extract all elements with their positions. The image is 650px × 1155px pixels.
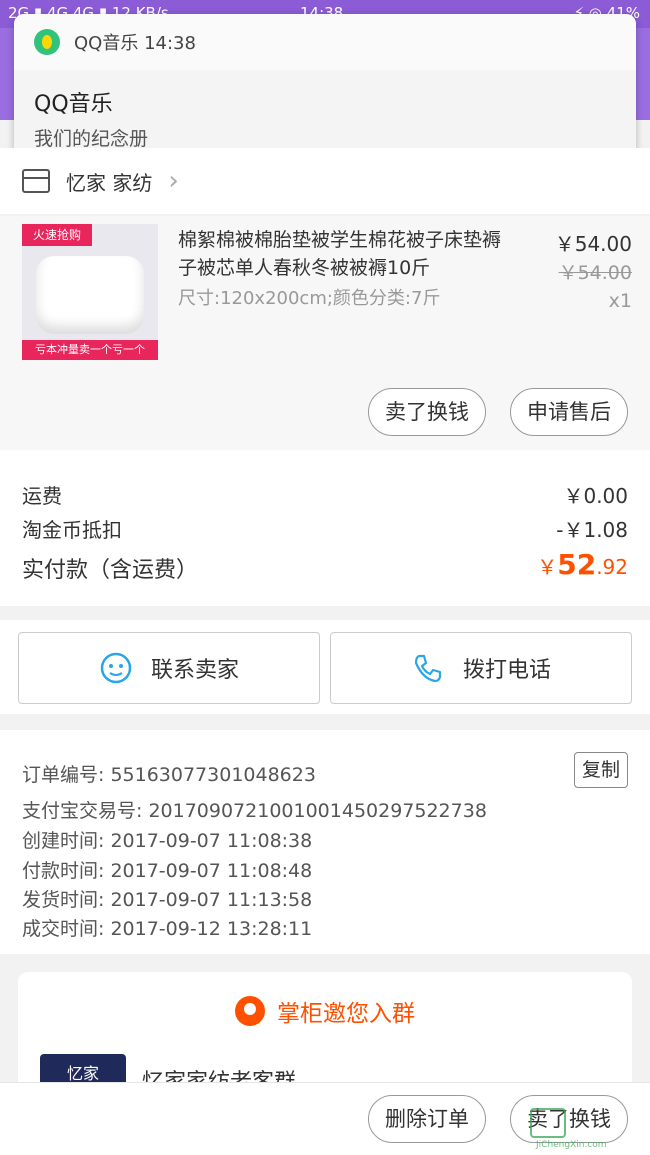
- shipping-value: ￥0.00: [563, 484, 628, 508]
- notification-title: QQ音乐: [34, 92, 113, 117]
- order-info: 订单编号: 55163077301048623 复制 支付宝交易号: 20170…: [0, 730, 650, 954]
- watermark-text: JiChengXin.com: [536, 1140, 607, 1150]
- total-row: 实付款（含运费） ￥52.92: [22, 548, 628, 584]
- store-icon: [22, 169, 50, 193]
- group-invite-title: 掌柜邀您入群: [18, 994, 632, 1028]
- shipped-time: 发货时间: 2017-09-07 11:13:58: [22, 889, 313, 911]
- notification-app-name: QQ音乐 14:38: [74, 33, 196, 54]
- notification-text: 我们的纪念册: [34, 128, 149, 150]
- shipping-label: 运费: [22, 484, 62, 508]
- product-original-price: ￥54.00: [558, 262, 632, 284]
- thumb-tag-bottom: 亏本冲量卖一个亏一个: [22, 340, 158, 360]
- product-price: ￥54.00: [554, 232, 632, 256]
- sell-for-cash-button[interactable]: 卖了换钱: [368, 388, 486, 436]
- alipay-number: 支付宝交易号: 2017090721001001450297522738: [22, 800, 487, 822]
- call-phone-label: 拨打电话: [462, 658, 551, 683]
- product-thumbnail[interactable]: 火速抢购 亏本冲量卖一个亏一个: [22, 224, 158, 360]
- chevron-right-icon: ›: [168, 166, 179, 196]
- watermark-logo-icon: [530, 1108, 566, 1138]
- after-sale-button[interactable]: 申请售后: [510, 388, 628, 436]
- group-icon: [235, 996, 265, 1026]
- shop-header[interactable]: 忆家 家纺 ›: [0, 148, 650, 214]
- coin-value: -￥1.08: [556, 518, 628, 542]
- created-time: 创建时间: 2017-09-07 11:08:38: [22, 830, 313, 852]
- product-title[interactable]: 棉絮棉被棉胎垫被学生棉花被子床垫褥子被芯单人春秋冬被被褥10斤: [178, 226, 518, 282]
- product-spec: 尺寸:120x200cm;颜色分类:7斤: [178, 288, 441, 309]
- completed-time: 成交时间: 2017-09-12 13:28:11: [22, 918, 313, 940]
- product-quantity: x1: [608, 290, 632, 312]
- chat-icon: [100, 652, 132, 684]
- qq-music-icon: [34, 29, 60, 55]
- total-label: 实付款（含运费）: [22, 558, 199, 583]
- thumb-tag-top: 火速抢购: [22, 224, 92, 246]
- order-item[interactable]: 火速抢购 亏本冲量卖一个亏一个 棉絮棉被棉胎垫被学生棉花被子床垫褥子被芯单人春秋…: [0, 216, 650, 450]
- site-watermark: JiChengXin.com: [530, 1108, 646, 1150]
- quilt-image: [36, 256, 144, 334]
- notification-header: QQ音乐 14:38: [14, 14, 636, 70]
- contact-bar: 联系卖家 拨打电话: [0, 620, 650, 714]
- shipping-row: 运费 ￥0.00: [22, 480, 628, 509]
- notification-card[interactable]: QQ音乐 14:38 QQ音乐 我们的纪念册: [14, 14, 636, 164]
- fee-summary: 运费 ￥0.00 淘金币抵扣 -￥1.08 实付款（含运费） ￥52.92: [0, 450, 650, 606]
- delete-order-button[interactable]: 删除订单: [368, 1095, 486, 1143]
- phone-icon: [414, 654, 442, 683]
- shop-name: 忆家 家纺: [66, 170, 153, 195]
- call-phone-button[interactable]: 拨打电话: [330, 632, 632, 704]
- total-value: ￥52.92: [537, 548, 628, 581]
- order-number: 订单编号: 55163077301048623: [22, 764, 316, 786]
- paid-time: 付款时间: 2017-09-07 11:08:48: [22, 860, 313, 882]
- contact-seller-label: 联系卖家: [150, 658, 239, 683]
- coin-label: 淘金币抵扣: [22, 518, 122, 542]
- contact-seller-button[interactable]: 联系卖家: [18, 632, 320, 704]
- copy-button[interactable]: 复制: [574, 752, 628, 788]
- coin-row: 淘金币抵扣 -￥1.08: [22, 514, 628, 543]
- notification-time: 14:38: [144, 33, 196, 54]
